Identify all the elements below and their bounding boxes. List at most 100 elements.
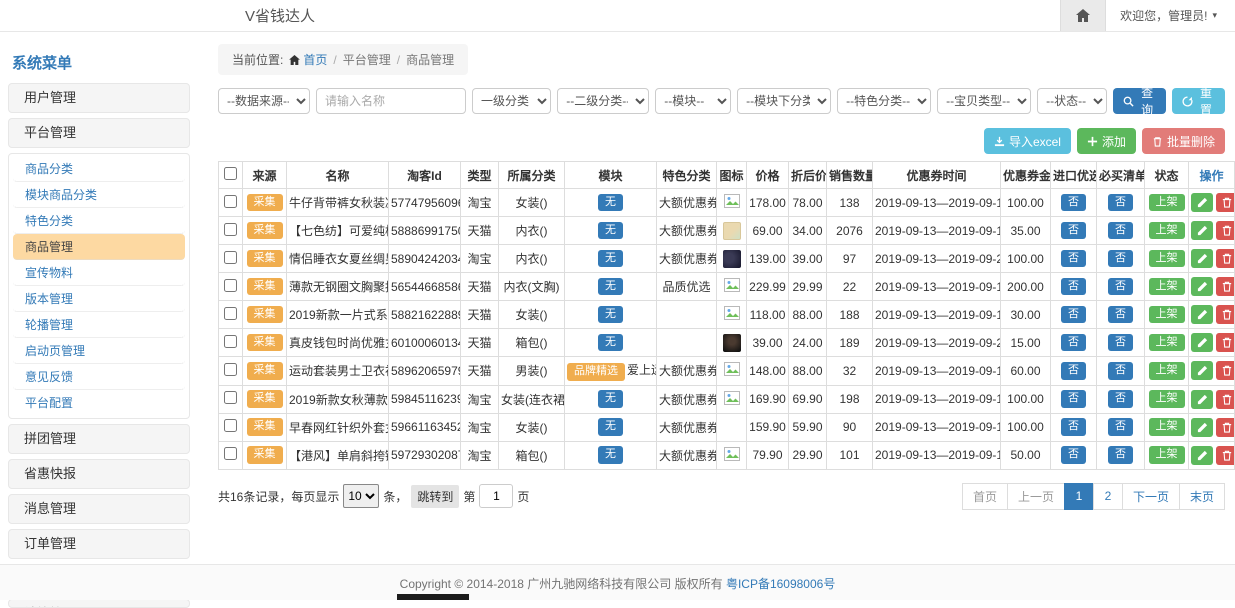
import-select-badge[interactable]: 否	[1061, 390, 1086, 408]
import-select-badge[interactable]: 否	[1061, 194, 1086, 212]
delete-button[interactable]	[1216, 333, 1235, 352]
import-select-badge[interactable]: 否	[1061, 446, 1086, 464]
sidebar-subitem-版本管理[interactable]: 版本管理	[13, 286, 185, 312]
must-buy-badge[interactable]: 否	[1108, 222, 1133, 240]
must-buy-badge[interactable]: 否	[1108, 334, 1133, 352]
special-select[interactable]: --特色分类--	[837, 88, 931, 114]
import-excel-button[interactable]: 导入excel	[984, 128, 1071, 154]
must-buy-badge[interactable]: 否	[1108, 250, 1133, 268]
level1-select[interactable]: 一级分类	[472, 88, 551, 114]
sidebar-subitem-启动页管理[interactable]: 启动页管理	[13, 338, 185, 364]
row-checkbox[interactable]	[224, 251, 237, 264]
import-select-badge[interactable]: 否	[1061, 250, 1086, 268]
edit-button[interactable]	[1191, 193, 1213, 212]
sidebar-subitem-轮播管理[interactable]: 轮播管理	[13, 312, 185, 338]
edit-button[interactable]	[1191, 390, 1213, 409]
row-checkbox[interactable]	[224, 391, 237, 404]
edit-button[interactable]	[1191, 361, 1213, 380]
sidebar-subitem-宣传物料[interactable]: 宣传物料	[13, 260, 185, 286]
status-badge[interactable]: 上架	[1149, 418, 1185, 436]
import-select-badge[interactable]: 否	[1061, 362, 1086, 380]
delete-button[interactable]	[1216, 193, 1235, 212]
must-buy-badge[interactable]: 否	[1108, 278, 1133, 296]
delete-button[interactable]	[1216, 305, 1235, 324]
must-buy-badge[interactable]: 否	[1108, 390, 1133, 408]
batch-delete-button[interactable]: 批量删除	[1142, 128, 1225, 154]
item-type-select[interactable]: --宝贝类型--	[937, 88, 1031, 114]
import-select-badge[interactable]: 否	[1061, 306, 1086, 324]
status-badge[interactable]: 上架	[1149, 250, 1185, 268]
status-select[interactable]: --状态--	[1037, 88, 1107, 114]
breadcrumb-home-link[interactable]: 首页	[289, 51, 327, 68]
sidebar-group-订单管理[interactable]: 订单管理	[8, 529, 190, 559]
delete-button[interactable]	[1216, 361, 1235, 380]
delete-button[interactable]	[1216, 221, 1235, 240]
must-buy-badge[interactable]: 否	[1108, 418, 1133, 436]
select-all-checkbox[interactable]	[224, 167, 237, 180]
status-badge[interactable]: 上架	[1149, 194, 1185, 212]
edit-button[interactable]	[1191, 249, 1213, 268]
sidebar-subitem-特色分类[interactable]: 特色分类	[13, 208, 185, 234]
delete-button[interactable]	[1216, 277, 1235, 296]
home-button[interactable]	[1060, 0, 1106, 31]
level2-select[interactable]: --二级分类--	[557, 88, 649, 114]
row-checkbox[interactable]	[224, 307, 237, 320]
add-button[interactable]: 添加	[1077, 128, 1136, 154]
row-checkbox[interactable]	[224, 363, 237, 376]
row-checkbox[interactable]	[224, 279, 237, 292]
sidebar-group-用户管理[interactable]: 用户管理	[8, 83, 190, 113]
import-select-badge[interactable]: 否	[1061, 334, 1086, 352]
must-buy-badge[interactable]: 否	[1108, 362, 1133, 380]
delete-button[interactable]	[1216, 249, 1235, 268]
row-checkbox[interactable]	[224, 335, 237, 348]
sidebar-subitem-平台配置[interactable]: 平台配置	[13, 390, 185, 416]
page-number-input[interactable]	[479, 484, 513, 508]
user-menu[interactable]: 欢迎您，管理员! ▾	[1106, 7, 1235, 24]
search-button[interactable]: 查询	[1113, 88, 1166, 114]
edit-button[interactable]	[1191, 221, 1213, 240]
sidebar-group-省惠快报[interactable]: 省惠快报	[8, 459, 190, 489]
page-button-2[interactable]: 2	[1093, 483, 1123, 510]
delete-button[interactable]	[1216, 418, 1235, 437]
row-checkbox[interactable]	[224, 195, 237, 208]
status-badge[interactable]: 上架	[1149, 278, 1185, 296]
page-button-上一页[interactable]: 上一页	[1007, 483, 1065, 510]
delete-button[interactable]	[1216, 390, 1235, 409]
page-button-下一页[interactable]: 下一页	[1122, 483, 1180, 510]
status-badge[interactable]: 上架	[1149, 222, 1185, 240]
must-buy-badge[interactable]: 否	[1108, 306, 1133, 324]
status-badge[interactable]: 上架	[1149, 362, 1185, 380]
import-select-badge[interactable]: 否	[1061, 222, 1086, 240]
sidebar-subitem-商品管理[interactable]: 商品管理	[13, 234, 185, 260]
page-button-末页[interactable]: 末页	[1179, 483, 1225, 510]
edit-button[interactable]	[1191, 277, 1213, 296]
icp-link[interactable]: 粤ICP备16098006号	[726, 577, 835, 591]
sidebar-subitem-商品分类[interactable]: 商品分类	[13, 156, 185, 182]
row-checkbox[interactable]	[224, 223, 237, 236]
edit-button[interactable]	[1191, 333, 1213, 352]
status-badge[interactable]: 上架	[1149, 306, 1185, 324]
module-select[interactable]: --模块--	[655, 88, 731, 114]
page-button-1[interactable]: 1	[1064, 483, 1094, 510]
data-source-select[interactable]: --数据来源--	[218, 88, 310, 114]
import-select-badge[interactable]: 否	[1061, 418, 1086, 436]
edit-button[interactable]	[1191, 446, 1213, 465]
reset-button[interactable]: 重置	[1172, 88, 1225, 114]
sidebar-subitem-模块商品分类[interactable]: 模块商品分类	[13, 182, 185, 208]
delete-button[interactable]	[1216, 446, 1235, 465]
jump-button[interactable]: 跳转到	[411, 485, 459, 508]
import-select-badge[interactable]: 否	[1061, 278, 1086, 296]
sidebar-group-结算管理[interactable]: 结算管理	[8, 599, 190, 608]
per-page-select[interactable]: 10	[343, 484, 379, 508]
sidebar-group-消息管理[interactable]: 消息管理	[8, 494, 190, 524]
sidebar-group-拼团管理[interactable]: 拼团管理	[8, 424, 190, 454]
status-badge[interactable]: 上架	[1149, 390, 1185, 408]
status-badge[interactable]: 上架	[1149, 446, 1185, 464]
name-input[interactable]	[316, 88, 466, 114]
sidebar-subitem-意见反馈[interactable]: 意见反馈	[13, 364, 185, 390]
row-checkbox[interactable]	[224, 419, 237, 432]
page-button-首页[interactable]: 首页	[962, 483, 1008, 510]
sidebar-group-平台管理[interactable]: 平台管理	[8, 118, 190, 148]
status-badge[interactable]: 上架	[1149, 334, 1185, 352]
row-checkbox[interactable]	[224, 447, 237, 460]
